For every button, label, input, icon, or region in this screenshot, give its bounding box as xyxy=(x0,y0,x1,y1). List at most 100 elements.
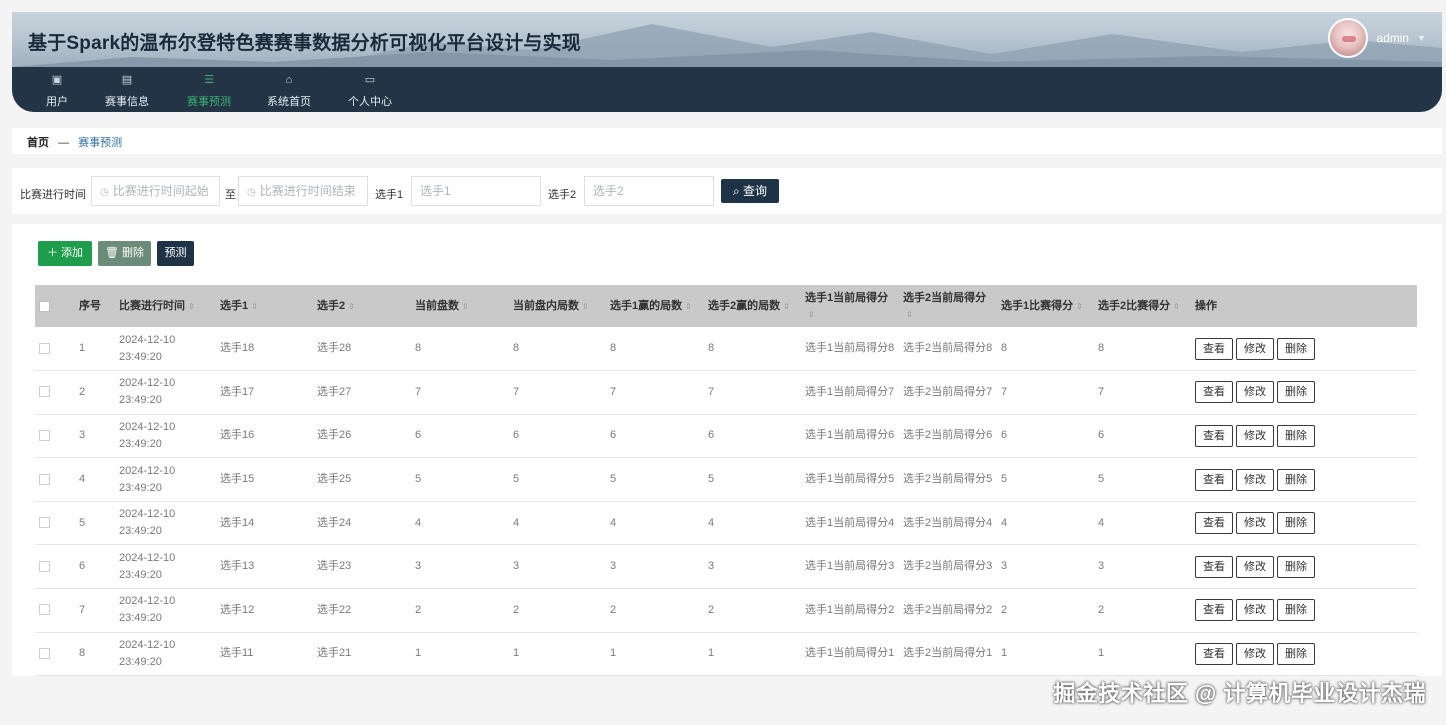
edit-button[interactable]: 修改 xyxy=(1236,424,1274,447)
row-select[interactable] xyxy=(35,544,75,590)
player1-input[interactable]: 选手1 xyxy=(411,176,541,206)
view-button[interactable]: 查看 xyxy=(1195,599,1233,622)
edit-button[interactable]: 修改 xyxy=(1236,337,1274,360)
row-checkbox[interactable] xyxy=(39,430,50,442)
col-label: 选手2当前局得分 xyxy=(903,291,987,304)
row-select[interactable] xyxy=(35,414,75,459)
col-p1-won[interactable]: 选手1赢的局数 ⇕ xyxy=(606,285,704,327)
nav-item-home[interactable]: ⌂ 系统首页 xyxy=(249,67,329,112)
add-button[interactable]: ＋ 添加 xyxy=(38,241,92,266)
edit-button[interactable]: 修改 xyxy=(1236,555,1274,578)
sort-icon[interactable]: ⇕ xyxy=(1076,302,1083,311)
row-delete-button[interactable]: 删除 xyxy=(1277,642,1315,665)
plus-icon: ＋ xyxy=(46,247,58,259)
view-button[interactable]: 查看 xyxy=(1195,337,1233,360)
row-checkbox[interactable] xyxy=(39,517,50,529)
time-end-input[interactable]: ◷ 比赛进行时间结束 xyxy=(238,176,368,206)
edit-button[interactable]: 修改 xyxy=(1236,512,1274,535)
delete-button[interactable]: 🗑 删除 xyxy=(98,241,151,266)
col-player1[interactable]: 选手1 ⇕ xyxy=(216,285,313,327)
breadcrumb-home[interactable]: 首页 xyxy=(27,137,49,149)
sort-icon[interactable]: ⇕ xyxy=(783,302,790,311)
cell-p1-point: 选手1当前局得分5 xyxy=(801,457,899,502)
sort-icon[interactable]: ⇕ xyxy=(348,302,355,311)
cell-p2-won: 8 xyxy=(704,327,801,372)
time-start-input[interactable]: ◷ 比赛进行时间起始 xyxy=(91,176,220,206)
edit-button[interactable]: 修改 xyxy=(1236,381,1274,404)
sort-icon[interactable]: ⇕ xyxy=(906,310,913,319)
edit-button[interactable]: 修改 xyxy=(1236,642,1274,665)
edit-button[interactable]: 修改 xyxy=(1236,599,1274,622)
sort-icon[interactable]: ⇕ xyxy=(462,302,469,311)
row-checkbox[interactable] xyxy=(39,342,50,354)
query-button[interactable]: ⌕ 查询 xyxy=(721,179,779,203)
row-checkbox[interactable] xyxy=(39,648,50,660)
nav-item-users[interactable]: ▣ 用户 xyxy=(17,67,97,112)
sort-icon[interactable]: ⇕ xyxy=(685,302,692,311)
row-select[interactable] xyxy=(35,501,75,546)
cell-time: 2024-12-10 23:49:20 xyxy=(115,588,216,633)
row-delete-button[interactable]: 删除 xyxy=(1277,337,1315,360)
sort-icon[interactable]: ⇕ xyxy=(808,310,815,319)
row-select[interactable] xyxy=(35,327,75,372)
cell-game: 4 xyxy=(509,501,606,546)
cell-time: 2024-12-10 23:49:20 xyxy=(115,501,216,546)
view-button[interactable]: 查看 xyxy=(1195,555,1233,578)
col-p2-won[interactable]: 选手2赢的局数 ⇕ xyxy=(704,285,801,327)
breadcrumb: 首页 — 赛事预测 xyxy=(12,128,1442,154)
nav-item-profile[interactable]: ▭ 个人中心 xyxy=(330,67,410,112)
col-p2-score[interactable]: 选手2比赛得分 ⇕ xyxy=(1094,285,1191,327)
row-delete-button[interactable]: 删除 xyxy=(1277,381,1315,404)
cell-p1-point: 选手1当前局得分4 xyxy=(801,501,899,546)
row-checkbox[interactable] xyxy=(39,604,50,616)
row-checkbox[interactable] xyxy=(39,473,50,485)
view-button[interactable]: 查看 xyxy=(1195,468,1233,491)
row-delete-button[interactable]: 删除 xyxy=(1277,555,1315,578)
user-menu[interactable]: admin ▼ xyxy=(1328,18,1426,58)
cell-p2-score: 2 xyxy=(1094,588,1191,633)
col-game[interactable]: 当前盘内局数 ⇕ xyxy=(509,285,606,327)
col-p1-score[interactable]: 选手1比赛得分 ⇕ xyxy=(997,285,1094,327)
view-button[interactable]: 查看 xyxy=(1195,512,1233,535)
avatar[interactable] xyxy=(1328,18,1369,58)
search-bar: 比赛进行时间 ◷ 比赛进行时间起始 至 ◷ 比赛进行时间结束 选手1 选手1 选手2… xyxy=(12,168,1442,214)
edit-button[interactable]: 修改 xyxy=(1236,468,1274,491)
row-select[interactable] xyxy=(35,588,75,633)
sort-icon[interactable]: ⇕ xyxy=(188,302,195,311)
view-button[interactable]: 查看 xyxy=(1195,424,1233,447)
player2-input[interactable]: 选手2 xyxy=(584,176,714,206)
row-checkbox[interactable] xyxy=(39,560,50,572)
select-all-cell[interactable] xyxy=(35,285,75,327)
col-player2[interactable]: 选手2 ⇕ xyxy=(313,285,411,327)
predict-button[interactable]: 预测 xyxy=(157,241,194,266)
select-all-checkbox[interactable] xyxy=(39,300,50,312)
row-select[interactable] xyxy=(35,370,75,415)
row-delete-button[interactable]: 删除 xyxy=(1277,424,1315,447)
col-time[interactable]: 比赛进行时间 ⇕ xyxy=(115,285,216,327)
nav-item-match-prediction[interactable]: ☰ 赛事预测 xyxy=(169,67,249,112)
sort-icon[interactable]: ⇕ xyxy=(251,302,258,311)
chevron-down-icon[interactable]: ▼ xyxy=(1417,33,1426,43)
cell-p1-won: 5 xyxy=(606,457,704,502)
row-select[interactable] xyxy=(35,457,75,502)
col-set[interactable]: 当前盘数 ⇕ xyxy=(411,285,509,327)
sort-icon[interactable]: ⇕ xyxy=(582,302,589,311)
row-checkbox[interactable] xyxy=(39,386,50,398)
cell-set: 2 xyxy=(411,588,509,633)
col-index[interactable]: 序号 xyxy=(75,285,115,327)
user-name[interactable]: admin xyxy=(1376,31,1409,45)
row-select[interactable] xyxy=(35,632,75,677)
view-button[interactable]: 查看 xyxy=(1195,642,1233,665)
row-delete-button[interactable]: 删除 xyxy=(1277,468,1315,491)
nav-item-match-info[interactable]: ▤ 赛事信息 xyxy=(87,67,167,112)
row-delete-button[interactable]: 删除 xyxy=(1277,599,1315,622)
col-p1-point[interactable]: 选手1当前局得分 ⇕ xyxy=(801,285,899,327)
row-delete-button[interactable]: 删除 xyxy=(1277,512,1315,535)
breadcrumb-separator: — xyxy=(58,137,70,149)
card-icon: ▭ xyxy=(364,74,376,86)
sort-icon[interactable]: ⇕ xyxy=(1173,302,1180,311)
col-p2-point[interactable]: 选手2当前局得分 ⇕ xyxy=(899,285,997,327)
view-button[interactable]: 查看 xyxy=(1195,381,1233,404)
cell-player2: 选手21 xyxy=(313,632,411,677)
player1-label: 选手1 xyxy=(375,189,404,201)
